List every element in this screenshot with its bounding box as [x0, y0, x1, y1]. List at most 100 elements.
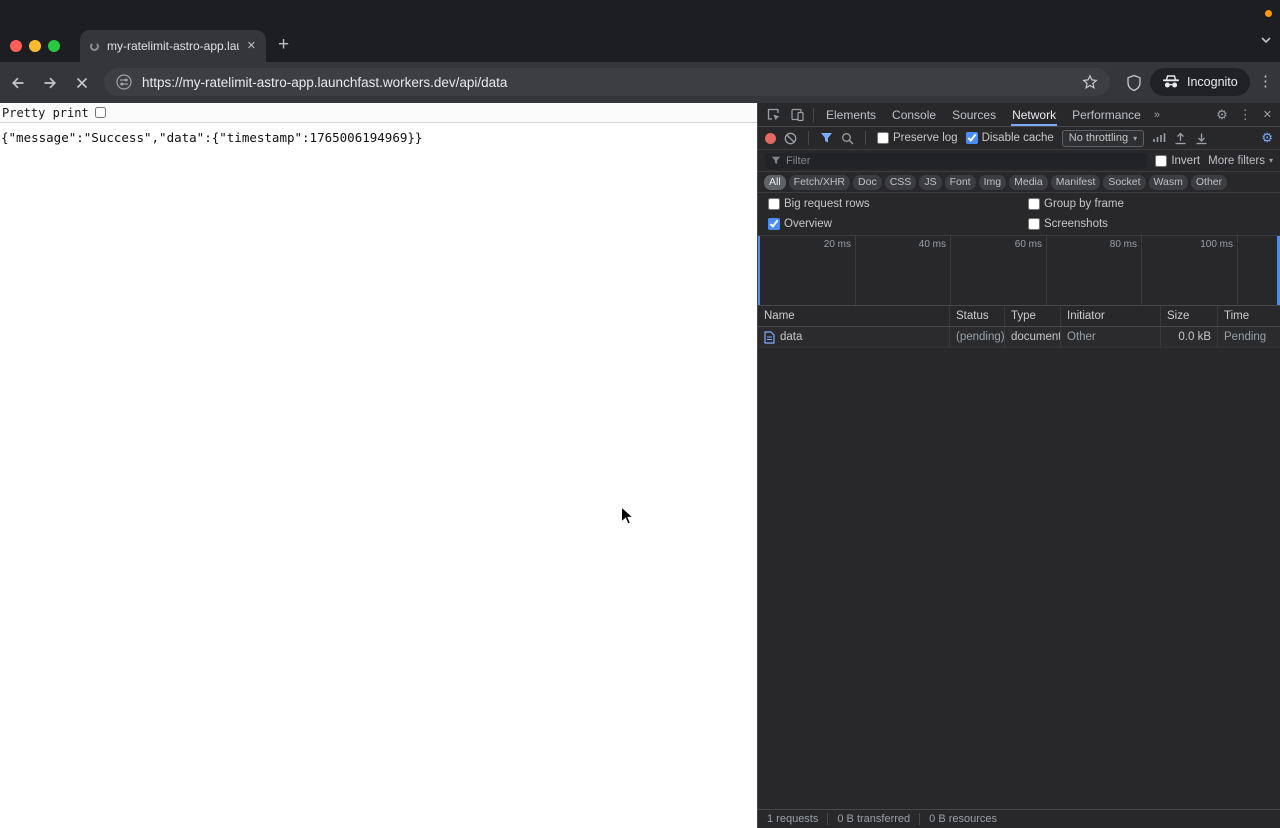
- overview-label: Overview: [784, 218, 832, 230]
- filter-chip-font[interactable]: Font: [944, 174, 976, 190]
- divider: [813, 107, 814, 122]
- browser-window: my-ratelimit-astro-app.launch ✕ +: [0, 0, 1280, 828]
- devtools-tab-performance[interactable]: Performance: [1065, 103, 1148, 126]
- address-bar[interactable]: https://my-ratelimit-astro-app.launchfas…: [104, 68, 1110, 96]
- filter-input[interactable]: [786, 154, 1142, 167]
- recording-indicator-dot: [1265, 10, 1272, 17]
- pretty-print-label: Pretty print: [2, 105, 89, 120]
- devtools-menu-kebab-icon[interactable]: ⋮: [1239, 107, 1252, 123]
- more-filters-dropdown[interactable]: More filters ▾: [1208, 155, 1273, 167]
- group-by-frame-checkbox[interactable]: [1028, 198, 1040, 210]
- gridline: [1237, 236, 1238, 305]
- gridline: [855, 236, 856, 305]
- devtools-settings-gear-icon[interactable]: ⚙: [1216, 108, 1228, 121]
- devtools-close-icon[interactable]: ✕: [1263, 108, 1272, 121]
- record-network-log-button[interactable]: [765, 132, 776, 144]
- filter-chip-all[interactable]: All: [764, 174, 786, 190]
- more-tabs-icon[interactable]: »: [1150, 109, 1163, 121]
- network-overview-timeline[interactable]: 20 ms 40 ms 60 ms 80 ms 100 ms: [758, 236, 1280, 306]
- column-header-size[interactable]: Size: [1161, 306, 1218, 326]
- forward-button[interactable]: [40, 73, 60, 93]
- tick-label: 100 ms: [1200, 239, 1233, 250]
- url-text[interactable]: https://my-ratelimit-astro-app.launchfas…: [142, 75, 1072, 90]
- back-button[interactable]: [8, 73, 28, 93]
- filter-chip-other[interactable]: Other: [1190, 174, 1228, 190]
- filter-field[interactable]: [765, 152, 1148, 169]
- gridline: [1141, 236, 1142, 305]
- filter-chip-manifest[interactable]: Manifest: [1050, 174, 1101, 190]
- filter-funnel-icon[interactable]: [820, 132, 833, 144]
- big-request-rows-checkbox[interactable]: [768, 198, 780, 210]
- tab-strip: my-ratelimit-astro-app.launch ✕ +: [0, 0, 1280, 62]
- preserve-log-checkbox[interactable]: [877, 132, 889, 144]
- resources-size: 0 B resources: [919, 813, 1006, 825]
- filter-chip-doc[interactable]: Doc: [853, 174, 882, 190]
- import-har-icon[interactable]: [1174, 132, 1187, 145]
- bookmark-star-icon[interactable]: [1082, 74, 1098, 90]
- request-size: 0.0 kB: [1161, 327, 1218, 347]
- devtools-tab-sources[interactable]: Sources: [945, 103, 1003, 126]
- browser-tab[interactable]: my-ratelimit-astro-app.launch ✕: [80, 30, 266, 62]
- request-count: 1 requests: [767, 813, 819, 825]
- tab-loading-spinner-icon: [90, 41, 99, 51]
- devtools-panel: Elements Console Sources Network Perform…: [757, 103, 1280, 828]
- column-header-type[interactable]: Type: [1005, 306, 1061, 326]
- invert-filter-checkbox[interactable]: [1155, 154, 1168, 167]
- column-header-name[interactable]: Name: [758, 306, 950, 326]
- chevron-down-icon: ▾: [1268, 156, 1273, 165]
- gridline: [950, 236, 951, 305]
- disable-cache-label: Disable cache: [981, 132, 1054, 144]
- preserve-log-label: Preserve log: [893, 132, 958, 144]
- column-header-status[interactable]: Status: [950, 306, 1005, 326]
- device-toolbar-icon[interactable]: [786, 103, 808, 126]
- document-icon: [764, 330, 775, 344]
- close-window-button[interactable]: [10, 40, 22, 52]
- column-header-time[interactable]: Time: [1218, 306, 1280, 326]
- pretty-print-checkbox[interactable]: [94, 107, 106, 118]
- filter-chip-img[interactable]: Img: [978, 174, 1007, 190]
- tab-close-icon[interactable]: ✕: [247, 40, 256, 52]
- filter-chip-js[interactable]: JS: [919, 174, 942, 190]
- site-info-icon[interactable]: [116, 74, 132, 90]
- json-response-text: {"message":"Success","data":{"timestamp"…: [1, 130, 423, 145]
- throttling-select[interactable]: No throttling ▾: [1061, 129, 1145, 147]
- minimize-window-button[interactable]: [29, 40, 41, 52]
- search-icon[interactable]: [841, 132, 854, 145]
- inspect-element-icon[interactable]: [762, 103, 784, 126]
- filter-chip-fetch-xhr[interactable]: Fetch/XHR: [788, 174, 851, 190]
- big-request-rows-label: Big request rows: [784, 198, 870, 210]
- screenshots-checkbox[interactable]: [1028, 218, 1040, 230]
- filter-chip-css[interactable]: CSS: [884, 174, 917, 190]
- fullscreen-window-button[interactable]: [48, 40, 60, 52]
- network-toolbar: Preserve log Disable cache No throttling…: [758, 127, 1280, 150]
- clear-network-log-icon[interactable]: [784, 132, 797, 145]
- new-tab-button[interactable]: +: [278, 34, 289, 56]
- filter-chip-wasm[interactable]: Wasm: [1148, 174, 1188, 190]
- stop-loading-button[interactable]: [72, 73, 92, 93]
- chevron-down-icon: ▾: [1133, 133, 1138, 143]
- disable-cache-checkbox[interactable]: [965, 132, 978, 144]
- network-filter-bar: Invert More filters ▾: [758, 150, 1280, 172]
- export-har-icon[interactable]: [1195, 132, 1208, 145]
- throttling-value: No throttling: [1068, 132, 1129, 144]
- transferred-size: 0 B transferred: [827, 813, 919, 825]
- tick-label: 80 ms: [1109, 239, 1137, 250]
- pretty-print-bar: Pretty print: [0, 103, 757, 123]
- devtools-tab-console[interactable]: Console: [885, 103, 943, 126]
- overview-checkbox[interactable]: [768, 218, 780, 230]
- column-header-initiator[interactable]: Initiator: [1061, 306, 1161, 326]
- request-type: document: [1005, 327, 1061, 347]
- network-settings-gear-icon[interactable]: ⚙: [1261, 130, 1273, 146]
- browser-menu-kebab-icon[interactable]: ⋮: [1258, 72, 1273, 90]
- request-type-filter-chips: All Fetch/XHR Doc CSS JS Font Img Media …: [758, 172, 1280, 193]
- devtools-tab-elements[interactable]: Elements: [819, 103, 883, 126]
- tab-search-chevron-icon[interactable]: [1260, 36, 1272, 44]
- request-time: Pending: [1224, 331, 1267, 343]
- filter-chip-socket[interactable]: Socket: [1103, 174, 1146, 190]
- overview-window-left-handle[interactable]: [758, 236, 760, 305]
- devtools-tab-network[interactable]: Network: [1005, 103, 1063, 126]
- network-conditions-icon[interactable]: [1152, 132, 1166, 144]
- request-row[interactable]: data (pending) document Other 0.0 kB Pen…: [758, 327, 1280, 348]
- tracking-protection-icon[interactable]: [1126, 74, 1142, 92]
- filter-chip-media[interactable]: Media: [1009, 174, 1048, 190]
